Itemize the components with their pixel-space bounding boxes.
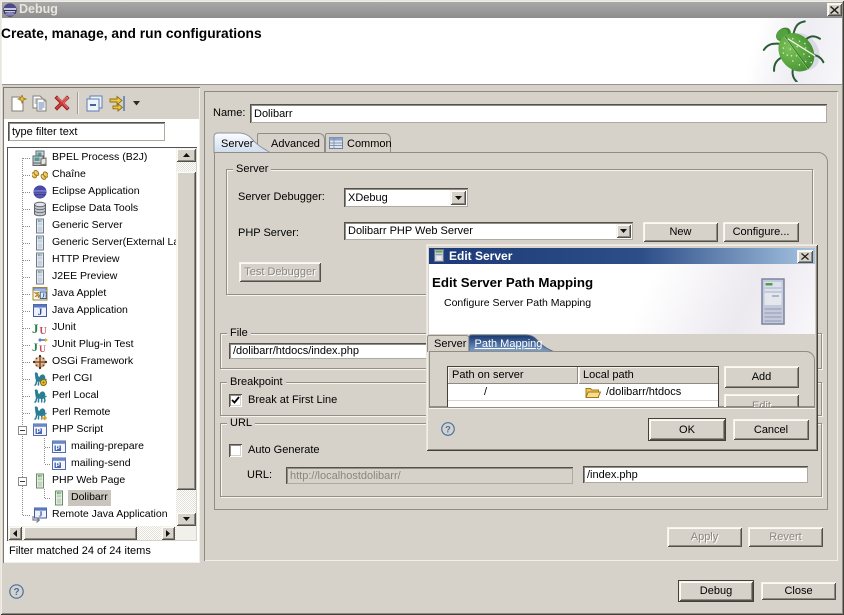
svg-text:P: P: [37, 428, 42, 435]
svg-text:P: P: [56, 445, 61, 452]
svg-text:J: J: [32, 321, 39, 336]
svg-text:J: J: [32, 340, 38, 353]
svg-text:J: J: [38, 307, 43, 317]
svg-text:Path Mapping: Path Mapping: [475, 338, 543, 350]
svg-text:U: U: [39, 345, 46, 353]
svg-text:?: ?: [445, 424, 451, 434]
svg-text:?: ?: [13, 587, 19, 598]
svg-text:J: J: [39, 510, 43, 519]
svg-text:Server: Server: [221, 138, 254, 150]
svg-text:U: U: [40, 326, 47, 336]
svg-text:P: P: [56, 462, 61, 469]
